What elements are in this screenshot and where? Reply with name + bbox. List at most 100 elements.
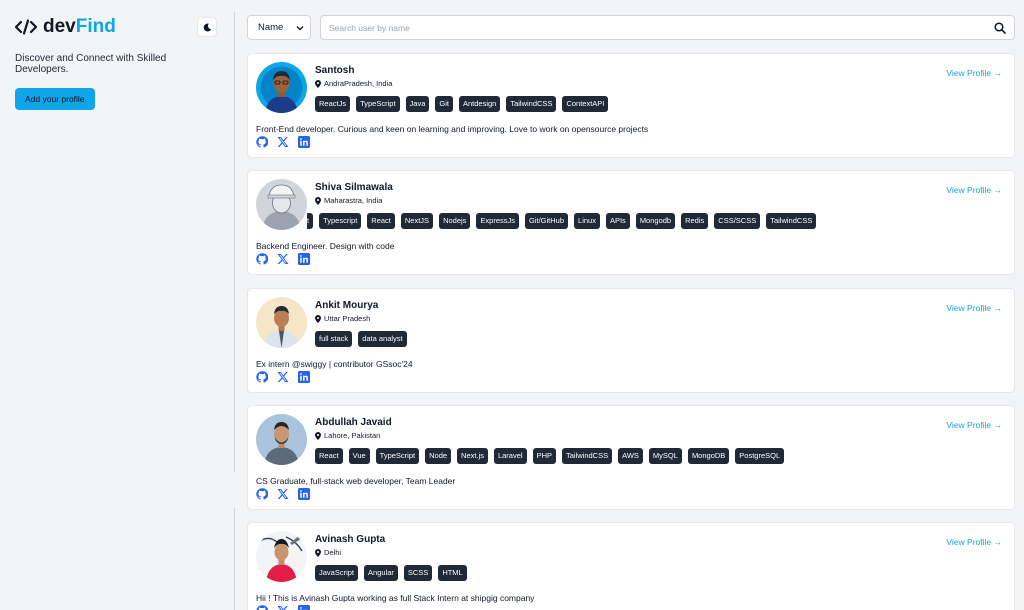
profile-bio: CS Graduate, full-stack web developer, T… [256, 476, 456, 486]
skill-chip: PostgreSQL [735, 448, 785, 464]
view-profile-link[interactable]: View Profile → [946, 303, 1002, 313]
profile-card: Abdullah Javaid Lahore, Pakistan React V… [247, 405, 1015, 510]
github-icon[interactable] [256, 253, 268, 265]
x-twitter-icon[interactable] [277, 605, 289, 610]
x-twitter-icon[interactable] [277, 488, 289, 500]
skills-list: full stack data analyst [315, 331, 1005, 347]
x-twitter-icon[interactable] [277, 136, 289, 148]
skill-chip: Typescript [319, 213, 362, 229]
tagline: Discover and Connect with Skilled Develo… [15, 53, 167, 75]
github-icon[interactable] [256, 605, 268, 610]
skill-chip: Node [425, 448, 452, 464]
linkedin-icon[interactable] [298, 371, 310, 383]
view-profile-link[interactable]: View Profile → [946, 420, 1002, 430]
avatar [256, 414, 307, 465]
location-pin-icon [315, 548, 321, 557]
skill-chip: JavaScript [315, 565, 359, 581]
logo-row: dev Find [15, 15, 220, 39]
github-icon[interactable] [256, 371, 268, 383]
profile-card: Avinash Gupta Delhi JavaScript Angular S… [247, 522, 1015, 610]
profile-card: Santosh AndraPradesh, India ReactJs Type… [247, 53, 1015, 158]
skill-chip: ReactJs [315, 96, 351, 112]
profile-bio: Hii ! This is Avinash Gupta working as f… [256, 593, 535, 603]
skill-chip: SCSS [403, 565, 433, 581]
moon-icon [203, 23, 211, 31]
sidebar-divider-lower [234, 508, 235, 610]
location-pin-icon [315, 314, 321, 323]
linkedin-icon[interactable] [298, 253, 310, 265]
search-type-value: Name [258, 22, 284, 33]
skill-chip: full stack [315, 331, 353, 347]
add-profile-button[interactable]: Add your profile [15, 88, 95, 110]
view-profile-link[interactable]: View Profile → [946, 68, 1002, 78]
skill-chip: Nodejs [439, 213, 471, 229]
github-icon[interactable] [256, 136, 268, 148]
profile-location: AndraPradesh, India [315, 79, 392, 88]
github-icon[interactable] [256, 488, 268, 500]
search-bar: Name [247, 15, 1015, 40]
skill-chip: MySQL [648, 448, 682, 464]
skill-chip: CSS/SCSS [714, 213, 761, 229]
skill-chip: TailwindCSS [506, 96, 557, 112]
profile-bio: Backend Engineer. Design with code [256, 241, 395, 251]
location-pin-icon [315, 196, 321, 205]
profile-name: Shiva Silmawala [315, 182, 393, 193]
location-pin-icon [315, 79, 321, 88]
profile-card: Ankit Mourya Uttar Pradesh full stack da… [247, 288, 1015, 393]
x-twitter-icon[interactable] [277, 253, 289, 265]
skill-chip: Next.js [457, 448, 488, 464]
linkedin-icon[interactable] [298, 605, 310, 610]
skills-list: JavaScript Angular SCSS HTML [315, 565, 1005, 581]
skill-chip: Redis [681, 213, 709, 229]
social-links [256, 488, 310, 500]
linkedin-icon[interactable] [298, 136, 310, 148]
skill-chip: Laravel [493, 448, 527, 464]
theme-toggle-button[interactable] [197, 17, 217, 37]
skill-chip: NextJS [400, 213, 434, 229]
view-profile-link[interactable]: View Profile → [946, 185, 1002, 195]
profile-location: Lahore, Pakistan [315, 431, 380, 440]
profile-name: Abdullah Javaid [315, 417, 392, 428]
view-profile-link[interactable]: View Profile → [946, 537, 1002, 547]
social-links [256, 253, 310, 265]
avatar [256, 62, 307, 113]
search-type-select[interactable]: Name [247, 15, 311, 40]
brand-dev: dev [43, 16, 76, 37]
skill-chip: Java [405, 96, 430, 112]
profile-name: Ankit Mourya [315, 300, 379, 311]
skills-list: React Vue TypeScript Node Next.js Larave… [315, 448, 1005, 464]
skill-chip: Linux [574, 213, 600, 229]
main-content: Name Santosh [247, 15, 1015, 610]
location-text: Delhi [324, 548, 342, 557]
search-icon[interactable] [994, 21, 1006, 34]
skill-chip: Git/GitHub [525, 213, 569, 229]
avatar [256, 179, 307, 230]
search-input[interactable] [329, 22, 994, 33]
skill-chip: ExpressJs [476, 213, 520, 229]
chevron-down-icon [296, 25, 304, 30]
skills-list: ReactJs TypeScript Java Git Antdesign Ta… [315, 96, 1005, 112]
linkedin-icon[interactable] [298, 488, 310, 500]
search-field [320, 15, 1015, 40]
profile-bio: Front-End developer. Curious and keen on… [256, 124, 649, 134]
location-text: Maharastra, India [324, 196, 383, 205]
location-text: Uttar Pradesh [324, 314, 371, 323]
profile-card: Shiva Silmawala Maharastra, India t Type… [247, 170, 1015, 275]
skill-chip: Antdesign [458, 96, 501, 112]
avatar [256, 531, 307, 582]
skill-chip: data analyst [358, 331, 407, 347]
skill-chip: TailwindCSS [766, 213, 817, 229]
profile-name: Santosh [315, 65, 355, 76]
skill-chip: Mongodb [635, 213, 676, 229]
location-text: AndraPradesh, India [324, 79, 393, 88]
profile-location: Delhi [315, 548, 341, 557]
skill-chip: React [315, 448, 343, 464]
logo[interactable]: dev Find [15, 16, 116, 38]
skill-chip: MongoDB [687, 448, 730, 464]
skill-chip: t [307, 213, 314, 229]
skill-chip: TailwindCSS [562, 448, 613, 464]
sidebar: dev Find Discover and Connect with Skille… [0, 0, 235, 610]
x-twitter-icon[interactable] [277, 371, 289, 383]
social-links [256, 136, 310, 148]
skill-chip: APIs [605, 213, 630, 229]
